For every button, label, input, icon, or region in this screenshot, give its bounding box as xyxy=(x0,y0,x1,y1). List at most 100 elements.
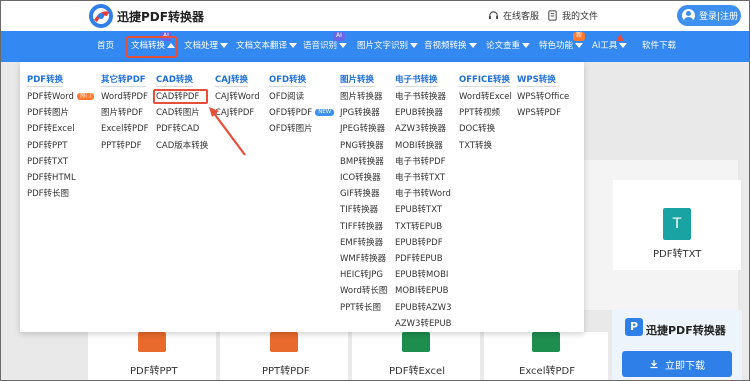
dropdown-menu-item[interactable]: Word转PDF xyxy=(101,91,148,103)
dropdown-menu-item[interactable]: PDF转EPUB xyxy=(395,253,443,265)
dropdown-menu-item[interactable]: TIFF转换器 xyxy=(340,221,383,233)
dropdown-menu-item-label: JPEG转换器 xyxy=(340,124,386,135)
ppt-to-pdf-card[interactable]: PPT转PDF xyxy=(220,332,348,381)
dropdown-menu-item[interactable]: EPUB转MOBI xyxy=(395,269,448,281)
dropdown-menu-item-label: OFD阅读 xyxy=(269,92,305,102)
dropdown-menu-item[interactable]: PDF转图片 xyxy=(27,107,69,119)
nav-translate[interactable]: 文档文本翻译 xyxy=(236,31,298,62)
ai-badge: AI xyxy=(333,32,345,41)
dropdown-menu-item[interactable]: JPEG转换器 xyxy=(340,123,385,135)
dropdown-menu-item[interactable]: 图片转换器 xyxy=(340,91,383,103)
dropdown-menu-item[interactable]: HEIC转JPG xyxy=(340,269,383,281)
file-icon xyxy=(548,10,557,21)
dropdown-menu-item[interactable]: 电子书转TXT xyxy=(395,172,445,184)
dropdown-menu-item-label: TIF转换器 xyxy=(340,205,379,216)
download-now-button[interactable]: 立即下载 xyxy=(622,351,732,377)
dropdown-menu-item[interactable]: CAD转图片 xyxy=(156,107,200,119)
dropdown-menu-item[interactable]: DOC转换 xyxy=(459,123,495,135)
dropdown-menu-item[interactable]: EPUB转PDF xyxy=(395,237,443,249)
brand-name[interactable]: 迅捷PDF转换器 xyxy=(117,8,204,25)
dropdown-menu-item-label: WMF转换器 xyxy=(340,254,387,264)
login-register-button[interactable]: 登录|注册 xyxy=(677,5,741,26)
dropdown-menu-item-label: 图片转换器 xyxy=(340,92,383,102)
dropdown-menu-item-label: 电子书转TXT xyxy=(395,173,446,183)
dropdown-column-header: OFFICE转换 xyxy=(459,75,511,87)
dropdown-menu-item[interactable]: Word转长图 xyxy=(340,285,387,297)
pdf-to-ppt-card[interactable]: PDF转PPT xyxy=(88,332,216,381)
dropdown-menu-item[interactable]: PDF转CAD xyxy=(156,123,199,135)
dropdown-menu-item[interactable]: MOBI转EPUB xyxy=(395,285,448,297)
dropdown-menu-item[interactable]: CAJ转Word xyxy=(215,91,260,103)
dropdown-menu-item[interactable]: 图片转PDF xyxy=(101,107,143,119)
dropdown-menu-item[interactable]: Word转Excel xyxy=(459,91,512,103)
nav-ocr-label: 图片文字识别 xyxy=(357,41,409,51)
dropdown-menu-item[interactable]: PNG转换器 xyxy=(340,140,384,152)
dropdown-menu-item-label: PNG转换器 xyxy=(340,140,384,151)
dropdown-menu-item[interactable]: TXT转EPUB xyxy=(395,221,442,233)
promo-logo-icon: P xyxy=(625,318,643,336)
nav-document-process-label: 文档处理 xyxy=(184,41,219,51)
dropdown-menu-item-label: OFD转PDF xyxy=(269,108,313,119)
pdf-to-txt-card[interactable]: T PDF转TXT xyxy=(613,180,741,270)
dropdown-menu-item[interactable]: MOBI转换器 xyxy=(395,140,443,152)
dropdown-menu-item-label: MOBI转换器 xyxy=(395,140,443,151)
dropdown-menu-item[interactable]: PPT转长图 xyxy=(340,302,381,314)
dropdown-menu-item[interactable]: 电子书转换器 xyxy=(395,91,446,103)
promo-panel: P 迅捷PDF转换器 立即下载 xyxy=(612,310,742,381)
nav-translate-label: 文档文本翻译 xyxy=(236,41,288,51)
nav-software-download[interactable]: 软件下载 xyxy=(642,31,676,62)
dropdown-menu-item[interactable]: WPS转Office xyxy=(517,91,569,103)
nav-highlight-box xyxy=(125,36,178,58)
dropdown-menu-item[interactable]: AZW3转EPUB xyxy=(395,318,452,330)
dropdown-menu-item[interactable]: BMP转换器 xyxy=(340,156,384,168)
dropdown-menu-item[interactable]: TIF转换器 xyxy=(340,204,378,216)
dropdown-menu-item[interactable]: PPT转PDF xyxy=(101,140,142,152)
top-header: 迅捷PDF转换器 在线客服 我的文件 登录|注册 xyxy=(0,0,750,31)
dropdown-menu-item[interactable]: WMF转换器 xyxy=(340,253,386,265)
dropdown-menu-item-label: OFD转图片 xyxy=(269,124,313,135)
dropdown-menu-item-label: EPUB转AZW3 xyxy=(395,302,452,313)
app-logo-icon[interactable] xyxy=(88,3,114,29)
dropdown-menu-item-label: JPG转换器 xyxy=(340,108,380,119)
dropdown-menu-item[interactable]: PDF转Word 热门 xyxy=(27,91,94,103)
dropdown-menu-item[interactable]: 电子书转PDF xyxy=(395,156,446,168)
nav-av-convert[interactable]: 音视频转换 xyxy=(424,31,477,62)
dropdown-menu-item-label: 电子书转PDF xyxy=(395,156,446,167)
dropdown-menu-item[interactable]: TXT转换 xyxy=(459,140,492,152)
dropdown-menu-item[interactable]: EMF转换器 xyxy=(340,237,383,249)
pdf-to-excel-card[interactable]: PDF转Excel xyxy=(352,332,480,381)
dropdown-menu-item[interactable]: EPUB转TXT xyxy=(395,204,442,216)
dropdown-menu-item[interactable]: Excel转PDF xyxy=(101,123,149,135)
dropdown-menu-item[interactable]: OFD转PDF NEW xyxy=(269,107,335,119)
nav-home[interactable]: 首页 xyxy=(97,31,114,62)
nav-document-process[interactable]: 文档处理 xyxy=(184,31,229,62)
nav-paper-check[interactable]: 论文查重 xyxy=(486,31,531,62)
dropdown-menu-item[interactable]: EPUB转换器 xyxy=(395,107,443,119)
dropdown-menu-item[interactable]: ICO转换器 xyxy=(340,172,381,184)
dropdown-menu-item[interactable]: CAJ转PDF xyxy=(215,107,254,119)
dropdown-menu-item[interactable]: OFD阅读 xyxy=(269,91,304,103)
dropdown-menu-item[interactable]: GIF转换器 xyxy=(340,188,379,200)
dropdown-menu-item[interactable]: CAD版本转换 xyxy=(156,140,208,152)
promo-title: 迅捷PDF转换器 xyxy=(646,324,726,337)
dropdown-menu-item-label: Word转Excel xyxy=(459,92,512,102)
dropdown-menu-item[interactable]: PPT转视频 xyxy=(459,107,500,119)
nav-ocr[interactable]: 图片文字识别 xyxy=(357,31,419,62)
excel-to-pdf-label: Excel转PDF xyxy=(519,366,575,377)
dropdown-menu-item[interactable]: JPG转换器 xyxy=(340,107,380,119)
dropdown-column-header: PDF转换 xyxy=(27,75,64,87)
dropdown-menu-item[interactable]: PDF转PPT xyxy=(27,140,68,152)
pdf-to-txt-label: PDF转TXT xyxy=(653,249,702,260)
dropdown-menu-item[interactable]: PDF转Excel xyxy=(27,123,75,135)
my-files-link[interactable]: 我的文件 xyxy=(547,9,598,22)
dropdown-menu-item[interactable]: WPS转PDF xyxy=(517,107,561,119)
online-service-link[interactable]: 在线客服 xyxy=(488,9,539,22)
dropdown-menu-item[interactable]: EPUB转AZW3 xyxy=(395,302,452,314)
excel-to-pdf-card[interactable]: Excel转PDF xyxy=(484,332,608,381)
dropdown-menu-item[interactable]: PDF转长图 xyxy=(27,188,69,200)
dropdown-menu-item[interactable]: PDF转TXT xyxy=(27,156,68,168)
dropdown-menu-item[interactable]: 电子书转Word xyxy=(395,188,451,200)
dropdown-menu-item[interactable]: PDF转HTML xyxy=(27,172,76,184)
dropdown-menu-item[interactable]: OFD转图片 xyxy=(269,123,313,135)
dropdown-menu-item[interactable]: AZW3转换器 xyxy=(395,123,446,135)
